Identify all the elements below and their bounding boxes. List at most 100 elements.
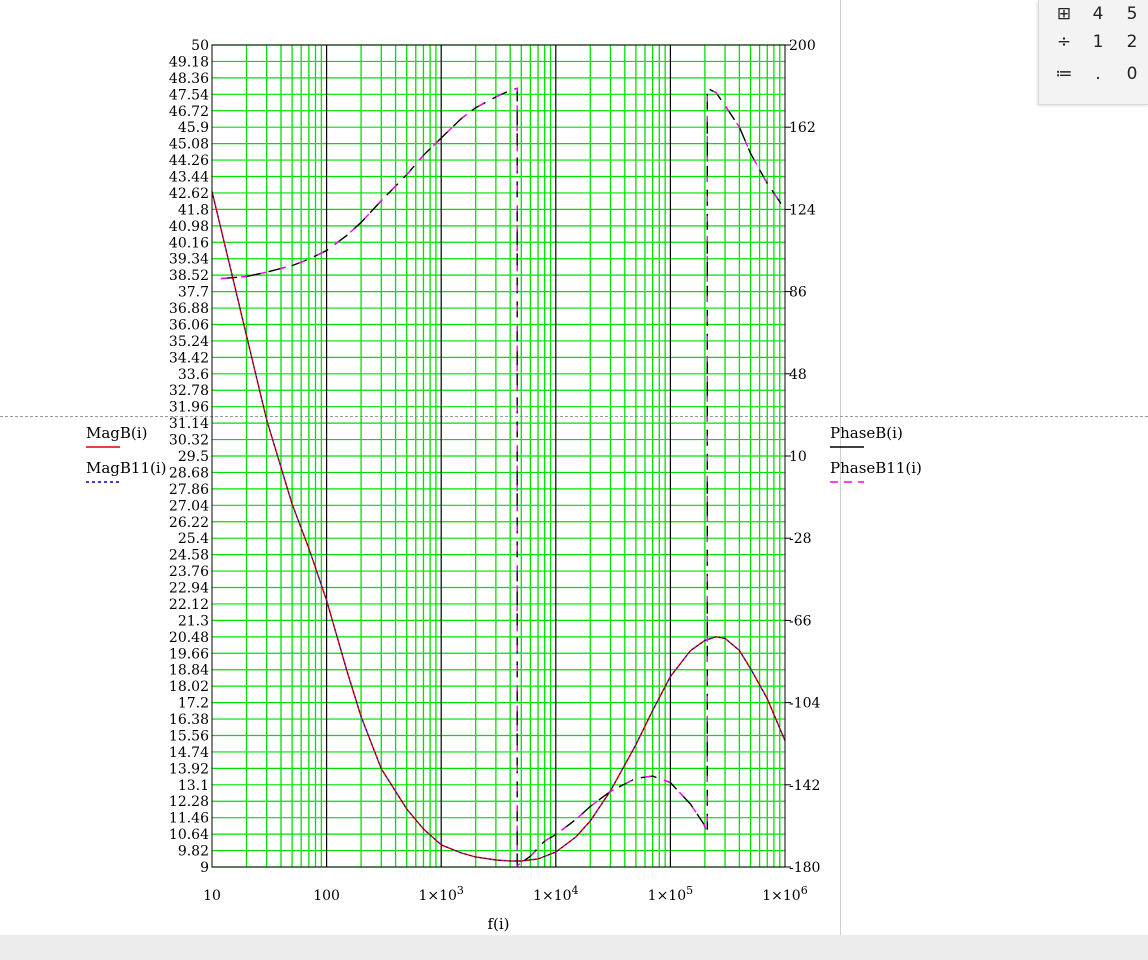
left-tick-label: 36.06 bbox=[169, 317, 209, 333]
left-tick-label: 18.84 bbox=[169, 663, 209, 679]
legend-right: PhaseB(i) PhaseB11(i) bbox=[830, 424, 922, 483]
left-tick-label: 9 bbox=[200, 860, 209, 876]
right-tick-label: -104 bbox=[789, 696, 821, 712]
decimal-point-button[interactable]: . bbox=[1081, 64, 1115, 84]
legend-label: PhaseB11(i) bbox=[830, 459, 922, 477]
left-tick-label: 19.66 bbox=[169, 646, 209, 662]
definition-button[interactable]: ≔ bbox=[1047, 64, 1081, 84]
left-tick-label: 15.56 bbox=[169, 728, 209, 744]
x-tick-label: 1×106 bbox=[762, 884, 807, 904]
left-tick-label: 30.32 bbox=[169, 433, 209, 449]
left-tick-label: 50 bbox=[191, 38, 209, 54]
x-tick-label: 1×103 bbox=[418, 884, 463, 904]
right-tick-label: 200 bbox=[789, 38, 816, 54]
left-tick-label: 45.08 bbox=[169, 137, 209, 153]
left-tick-label: 25.4 bbox=[178, 531, 209, 547]
left-tick-label: 24.58 bbox=[169, 548, 209, 564]
digit-4-button[interactable]: 4 bbox=[1081, 4, 1115, 24]
left-tick-label: 31.14 bbox=[169, 416, 209, 432]
digit-5-button[interactable]: 5 bbox=[1115, 4, 1148, 24]
left-tick-label: 17.2 bbox=[178, 696, 209, 712]
left-tick-label: 10.64 bbox=[169, 827, 209, 843]
x-tick-mantissa: 10 bbox=[203, 888, 221, 904]
series-line-phaseb-i bbox=[221, 87, 786, 868]
x-axis-title: f(i) bbox=[487, 915, 509, 933]
left-tick-label: 21.3 bbox=[178, 613, 209, 629]
left-tick-label: 22.12 bbox=[169, 597, 209, 613]
left-tick-label: 27.86 bbox=[169, 482, 209, 498]
left-tick-label: 43.44 bbox=[169, 170, 209, 186]
left-tick-label: 14.74 bbox=[169, 745, 209, 761]
left-tick-label: 33.6 bbox=[178, 367, 209, 383]
left-tick-label: 32.78 bbox=[169, 383, 209, 399]
right-tick-label: -180 bbox=[789, 860, 820, 876]
right-tick-label: -142 bbox=[789, 778, 820, 794]
plot-series bbox=[211, 87, 786, 868]
left-tick-label: 37.7 bbox=[178, 285, 209, 301]
x-tick-label: 1×104 bbox=[533, 884, 578, 904]
left-tick-label: 23.76 bbox=[169, 564, 209, 580]
x-tick-exponent: 4 bbox=[572, 884, 579, 897]
legend-label: PhaseB(i) bbox=[830, 424, 903, 442]
left-tick-label: 11.46 bbox=[169, 811, 209, 827]
left-tick-label: 27.04 bbox=[169, 498, 209, 514]
right-tick-label: 48 bbox=[789, 367, 807, 383]
left-tick-label: 40.16 bbox=[169, 235, 209, 251]
left-tick-label: 46.72 bbox=[169, 104, 209, 120]
left-tick-label: 38.52 bbox=[169, 268, 209, 284]
legend-left: MagB(i) MagB11(i) bbox=[86, 424, 167, 483]
divide-button[interactable]: ÷ bbox=[1047, 32, 1081, 52]
right-tick-label: 86 bbox=[789, 285, 807, 301]
left-tick-label: 29.5 bbox=[178, 449, 209, 465]
right-tick-label: 124 bbox=[789, 202, 816, 218]
left-tick-label: 36.88 bbox=[169, 301, 209, 317]
left-tick-label: 12.28 bbox=[169, 794, 209, 810]
left-tick-label: 20.48 bbox=[169, 630, 209, 646]
xy-plot[interactable]: 5049.1848.3647.5446.7245.945.0844.2643.4… bbox=[0, 0, 1148, 935]
digit-2-button[interactable]: 2 bbox=[1115, 32, 1148, 52]
left-tick-label: 40.98 bbox=[169, 219, 209, 235]
left-tick-label: 13.92 bbox=[169, 761, 209, 777]
left-tick-label: 42.62 bbox=[169, 186, 209, 202]
x-tick-mantissa: 1×10 bbox=[762, 888, 800, 904]
right-tick-label: -66 bbox=[789, 613, 812, 629]
x-tick-label: 100 bbox=[313, 888, 340, 904]
digit-1-button[interactable]: 1 bbox=[1081, 32, 1115, 52]
left-tick-label: 39.34 bbox=[169, 252, 209, 268]
left-tick-label: 48.36 bbox=[169, 71, 209, 87]
plot-grid bbox=[212, 44, 785, 868]
x-tick-label: 10 bbox=[203, 888, 221, 904]
series-line-phaseb11-i bbox=[221, 87, 786, 868]
right-tick-label: -28 bbox=[789, 531, 812, 547]
x-tick-mantissa: 100 bbox=[313, 888, 340, 904]
x-tick-mantissa: 1×10 bbox=[533, 888, 571, 904]
x-tick-exponent: 3 bbox=[457, 884, 464, 897]
left-tick-label: 47.54 bbox=[169, 87, 209, 103]
left-tick-label: 9.82 bbox=[178, 844, 209, 860]
right-axis-ticks: 200 162 124 86 48 10 -28 -66 -104 -142 -180 bbox=[785, 38, 821, 876]
left-tick-label: 31.96 bbox=[169, 400, 209, 416]
x-tick-exponent: 6 bbox=[801, 884, 808, 897]
left-tick-label: 44.26 bbox=[169, 153, 209, 169]
x-tick-mantissa: 1×10 bbox=[648, 888, 686, 904]
digit-0-button[interactable]: 0 bbox=[1115, 64, 1148, 84]
x-axis-ticks: 10 100 1×103 1×104 1×105 1×106 bbox=[203, 884, 808, 904]
left-tick-label: 13.1 bbox=[178, 778, 209, 794]
left-tick-label: 34.42 bbox=[169, 350, 209, 366]
right-tick-label: 162 bbox=[789, 120, 816, 136]
left-tick-label: 22.94 bbox=[169, 581, 209, 597]
x-tick-mantissa: 1×10 bbox=[418, 888, 456, 904]
matrix-button[interactable]: ⊞ bbox=[1047, 4, 1081, 24]
legend-label: MagB(i) bbox=[86, 424, 147, 442]
legend-label: MagB11(i) bbox=[86, 459, 167, 477]
left-tick-label: 18.02 bbox=[169, 679, 209, 695]
x-tick-label: 1×105 bbox=[648, 884, 693, 904]
left-tick-label: 16.38 bbox=[169, 712, 209, 728]
x-tick-exponent: 5 bbox=[686, 884, 693, 897]
left-tick-label: 41.8 bbox=[178, 202, 209, 218]
right-tick-label: 10 bbox=[789, 449, 807, 465]
left-tick-label: 35.24 bbox=[169, 334, 209, 350]
left-tick-label: 26.22 bbox=[169, 515, 209, 531]
left-tick-label: 49.18 bbox=[169, 54, 209, 70]
left-axis-ticks: 5049.1848.3647.5446.7245.945.0844.2643.4… bbox=[169, 38, 209, 876]
